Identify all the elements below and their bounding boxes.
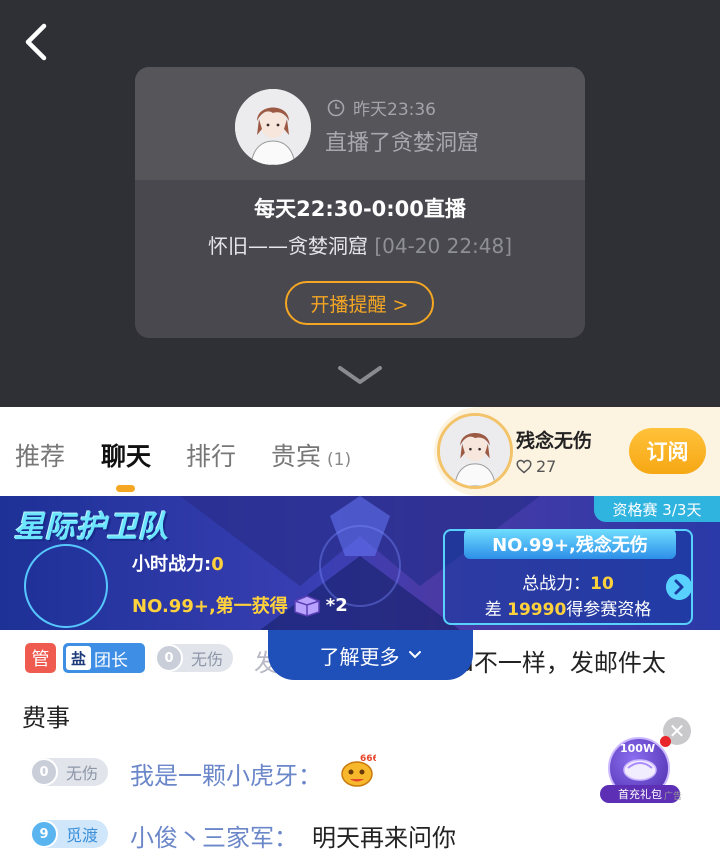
fan-badge: 9 觅渡: [30, 820, 109, 848]
live-reminder-button[interactable]: 开播提醒 >: [285, 281, 434, 325]
stream-timestamp: [04-20 22:48]: [374, 234, 513, 258]
hour-power-value: 0: [211, 554, 224, 575]
season-badge: 资格赛 3/3天: [594, 496, 720, 522]
streamer-avatar-small[interactable]: [437, 413, 513, 489]
qualification-panel: NO.99+,残念无伤 总战力：10 差 19990得参赛资格: [443, 529, 693, 625]
rank-text: NO.99+,第一获得: [132, 596, 288, 617]
stream-title-line: 怀旧——贪婪洞窟 [04-20 22:48]: [135, 230, 585, 259]
message-text: id不一样，发邮件太: [452, 649, 666, 677]
total-power-value: 10: [590, 574, 614, 594]
rank-reward: NO.99+,第一获得 *2: [132, 592, 348, 618]
team-leader-badge: 盐 团长: [63, 643, 145, 673]
streamer-avatar[interactable]: [235, 89, 311, 165]
chevron-down-small-icon: [408, 651, 421, 659]
banner-avatar-ring: [24, 544, 108, 628]
chevron-down-icon[interactable]: [336, 362, 384, 390]
active-tab-indicator: [116, 485, 135, 492]
gap-suffix: 得参赛资格: [566, 600, 652, 620]
fan-level: 0: [30, 758, 58, 786]
fan-level: 9: [30, 820, 58, 848]
gift-icon: [623, 759, 657, 781]
gap-value: 19990: [507, 600, 567, 620]
total-power-label: 总战力：: [522, 574, 591, 594]
fans-count: 27: [536, 457, 557, 476]
back-arrow-icon[interactable]: [18, 20, 58, 64]
time-text: 昨天23:36: [353, 100, 436, 120]
clock-icon: [327, 99, 345, 116]
fan-name: 觅渡: [66, 826, 99, 845]
fan-name: 无伤: [66, 764, 99, 783]
tab-vip[interactable]: 贵宾 (1): [271, 437, 351, 473]
hour-power-label: 小时战力:: [132, 554, 212, 575]
tab-chat[interactable]: 聊天: [101, 437, 151, 473]
streamer-name: 残念无伤: [516, 430, 593, 452]
subscribe-button[interactable]: 订阅: [629, 428, 706, 474]
tab-ranking[interactable]: 排行: [186, 437, 236, 473]
fan-name: 无伤: [191, 650, 224, 669]
stream-schedule: 每天22:30-0:00直播: [254, 197, 466, 221]
fan-badge: 0 无伤: [30, 758, 109, 786]
chat-username[interactable]: 我是一颗小虎牙：: [130, 756, 322, 791]
chat-username[interactable]: 小俊丶三家军：: [130, 818, 298, 853]
total-power-line: 总战力：10: [445, 569, 691, 594]
ad-tag: 广告: [664, 792, 683, 802]
heart-icon: [516, 459, 532, 474]
gift-box-icon: [294, 595, 320, 617]
fan-level: 0: [155, 644, 183, 672]
last-live-time: 昨天23:36: [327, 95, 436, 120]
streamer-fans: 27: [516, 457, 556, 476]
chevron-right-icon[interactable]: [666, 574, 692, 600]
streamer-info: 残念无伤 27 订阅: [434, 407, 720, 496]
learn-more-label: 了解更多: [319, 644, 400, 669]
qualification-gap-line: 差 19990得参赛资格: [445, 595, 691, 620]
manager-badge: 管: [25, 643, 56, 673]
last-live-action: 直播了贪婪洞窟: [325, 131, 480, 156]
stream-offline-panel: 昨天23:36 直播了贪婪洞窟 每天22:30-0:00直播 怀旧——贪婪洞窟 …: [0, 0, 720, 407]
message-text: 明天再来问你: [312, 824, 456, 852]
tab-recommend[interactable]: 推荐: [15, 437, 65, 473]
card-header: [135, 67, 585, 180]
team-label: 团长: [94, 650, 128, 671]
learn-more-button[interactable]: 了解更多: [268, 630, 473, 680]
event-banner[interactable]: 星际护卫队 小时战力:0 NO.99+,第一获得 *2 资格赛 3/3天 NO.…: [0, 496, 720, 630]
message-text-line2: 费事: [22, 704, 70, 732]
last-stream-card: 昨天23:36 直播了贪婪洞窟 每天22:30-0:00直播 怀旧——贪婪洞窟 …: [135, 67, 585, 338]
emoji-text: 666: [360, 754, 376, 764]
emoji-666-icon: 666: [338, 752, 379, 788]
tab-vip-count: (1): [327, 450, 352, 470]
ad-amount: 100W: [620, 742, 656, 755]
team-icon: 盐: [66, 646, 91, 670]
tab-vip-label: 贵宾: [271, 442, 322, 471]
gap-prefix: 差: [484, 600, 502, 620]
hour-power: 小时战力:0: [132, 550, 224, 576]
fan-badge: 0 无伤: [155, 644, 234, 672]
stream-title: 怀旧——贪婪洞窟: [207, 234, 368, 258]
banner-logo: 星际护卫队: [14, 510, 169, 545]
rank-reward-count: *2: [325, 594, 348, 616]
panel-rank-title: NO.99+,残念无伤: [464, 529, 676, 559]
notification-dot: [660, 736, 671, 747]
